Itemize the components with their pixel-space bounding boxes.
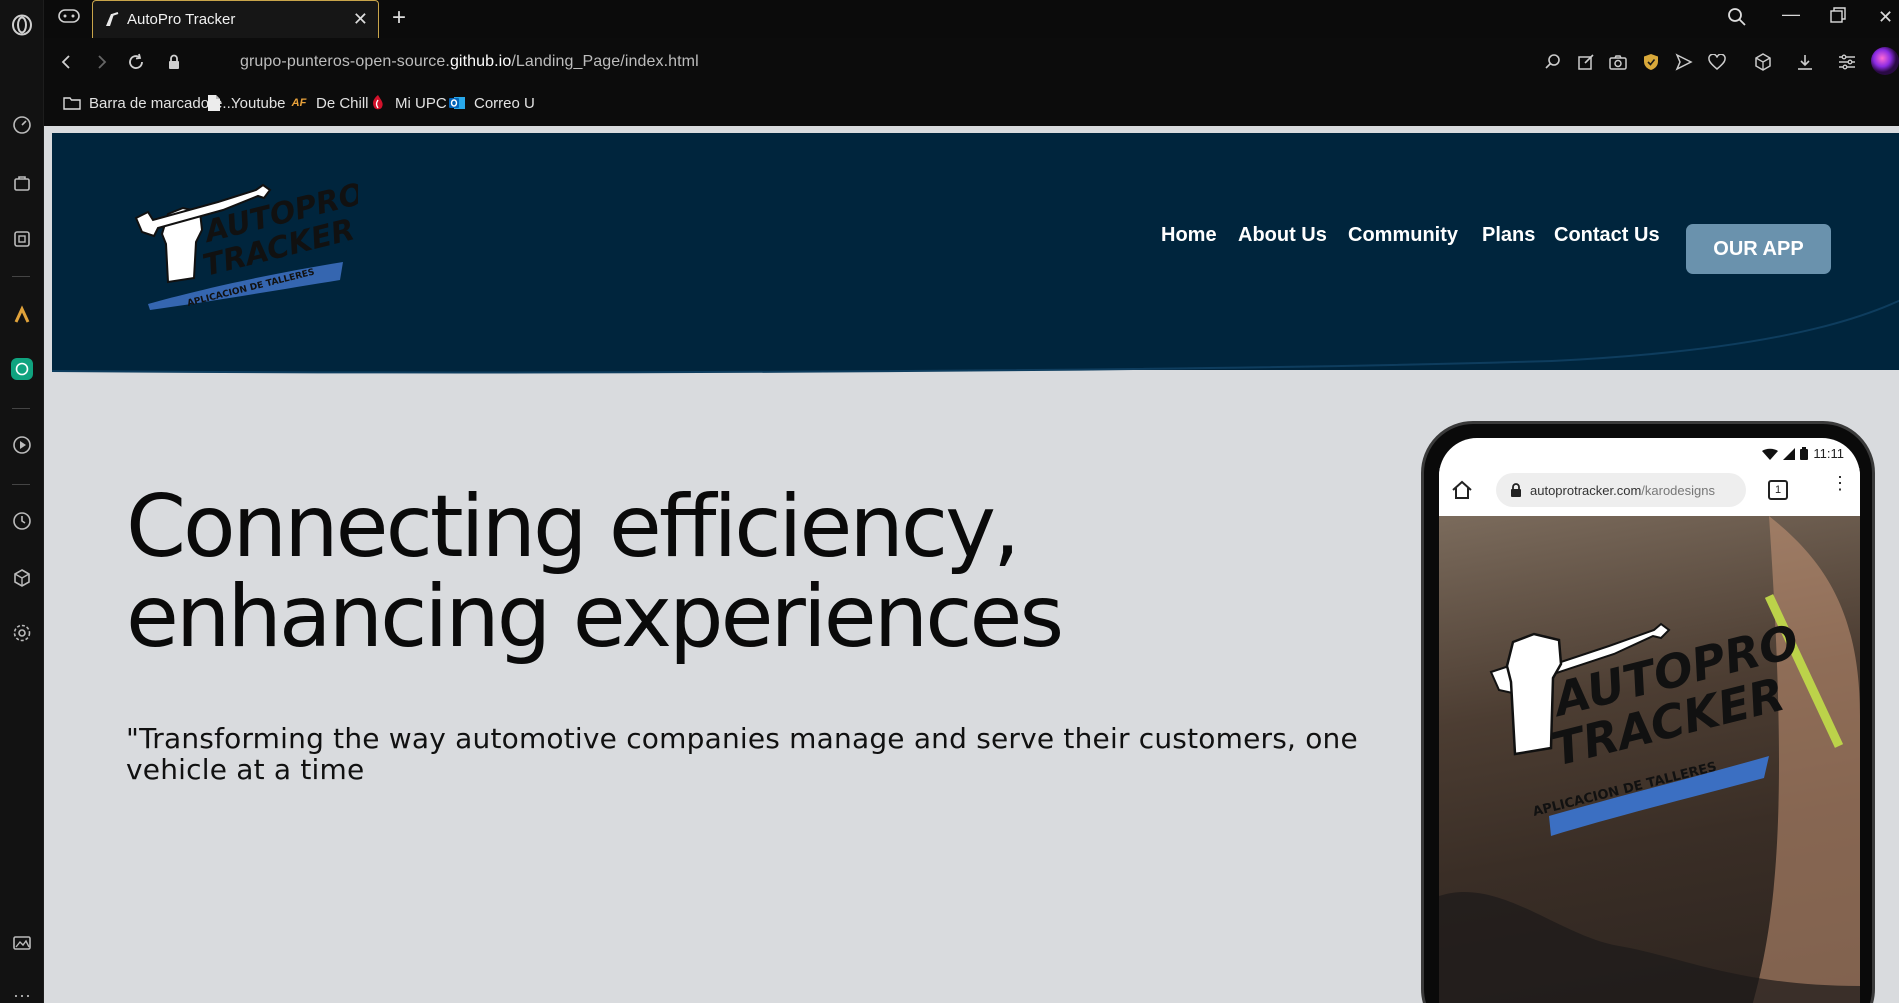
signal-icon bbox=[1783, 447, 1796, 460]
nav-community[interactable]: Community bbox=[1348, 224, 1458, 247]
gamepad-icon[interactable] bbox=[58, 8, 82, 28]
address-bar: grupo-punteros-open-source.github.io/Lan… bbox=[44, 38, 1899, 86]
aria-icon[interactable] bbox=[9, 226, 35, 252]
bookmarks-bar: Barra de marcadore... Youtube AF De Chil… bbox=[44, 86, 1899, 126]
tab-autopro-tracker[interactable]: AutoPro Tracker ✕ bbox=[92, 0, 379, 38]
gallery-icon[interactable] bbox=[9, 930, 35, 956]
browser-window: ··· AutoPro Tracker ✕ + — ✕ grupo-punter… bbox=[0, 0, 1899, 1003]
profile-avatar[interactable] bbox=[1870, 46, 1899, 76]
file-icon bbox=[205, 94, 223, 112]
bookmark-mi-upc[interactable]: Mi UPC bbox=[369, 94, 447, 112]
outlook-icon bbox=[448, 94, 466, 112]
url-text[interactable]: grupo-punteros-open-source.github.io/Lan… bbox=[240, 53, 699, 71]
wifi-icon bbox=[1762, 448, 1779, 460]
lock-icon[interactable] bbox=[162, 50, 186, 74]
opera-logo-icon[interactable] bbox=[9, 12, 35, 38]
settings-icon[interactable] bbox=[9, 620, 35, 646]
folder-icon bbox=[63, 94, 81, 112]
nav-plans[interactable]: Plans bbox=[1482, 224, 1535, 247]
phone-mockup: 11:11 autoprotracker.com/karodesigns 1 ⋮ bbox=[1421, 421, 1875, 1003]
bookmark-youtube[interactable]: Youtube bbox=[205, 94, 286, 112]
speed-dial-icon[interactable] bbox=[9, 112, 35, 138]
heart-icon[interactable] bbox=[1706, 51, 1728, 73]
phone-url: autoprotracker.com/karodesigns bbox=[1496, 473, 1746, 507]
phone-statusbar: 11:11 bbox=[1762, 446, 1844, 461]
search-page-icon[interactable] bbox=[1542, 51, 1564, 73]
bookmark-correo-u[interactable]: Correo U bbox=[448, 94, 535, 112]
hero-title: Connecting efficiency, enhancing experie… bbox=[126, 477, 1064, 667]
page-viewport: AUTOPRO TRACKER APLICACION DE TALLERES H… bbox=[44, 126, 1899, 1003]
restore-icon[interactable] bbox=[1830, 7, 1846, 28]
reload-icon[interactable] bbox=[124, 50, 148, 74]
phone-tabs-count: 1 bbox=[1768, 480, 1788, 500]
send-icon[interactable] bbox=[1673, 51, 1695, 73]
phone-menu-icon: ⋮ bbox=[1831, 473, 1849, 493]
history-icon[interactable] bbox=[9, 508, 35, 534]
home-icon bbox=[1451, 480, 1473, 505]
tab-close-icon[interactable]: ✕ bbox=[353, 9, 368, 30]
tab-title: AutoPro Tracker bbox=[127, 11, 236, 28]
adblock-shield-icon[interactable] bbox=[1640, 51, 1662, 73]
nav-about-us[interactable]: About Us bbox=[1238, 224, 1327, 247]
box-icon[interactable] bbox=[1752, 51, 1774, 73]
phone-browser-bar: autoprotracker.com/karodesigns 1 ⋮ bbox=[1439, 468, 1860, 512]
site-logo[interactable]: AUTOPRO TRACKER APLICACION DE TALLERES bbox=[128, 176, 368, 312]
search-tabs-icon[interactable] bbox=[1727, 7, 1747, 32]
battery-icon bbox=[1800, 447, 1809, 460]
edit-icon[interactable] bbox=[1575, 51, 1597, 73]
easy-setup-icon[interactable] bbox=[1836, 51, 1858, 73]
phone-hero-photo: AUTOPRO TRACKER APLICACION DE TALLERES bbox=[1439, 516, 1860, 1003]
bookmark-de-chill[interactable]: AF De Chill bbox=[290, 94, 369, 112]
nav-contact-us[interactable]: Contact Us bbox=[1554, 224, 1660, 247]
extensions-icon[interactable] bbox=[9, 565, 35, 591]
phone-time: 11:11 bbox=[1813, 446, 1844, 461]
close-window-icon[interactable]: ✕ bbox=[1878, 7, 1893, 28]
new-tab-icon[interactable]: + bbox=[392, 6, 406, 30]
back-icon[interactable] bbox=[54, 50, 78, 74]
forward-icon[interactable] bbox=[90, 50, 114, 74]
upc-icon bbox=[369, 94, 387, 112]
our-app-button[interactable]: OUR APP bbox=[1686, 224, 1831, 274]
bag-icon[interactable] bbox=[9, 170, 35, 196]
nav-home[interactable]: Home bbox=[1161, 224, 1217, 247]
hero-subtitle: "Transforming the way automotive compani… bbox=[126, 722, 1358, 786]
camera-icon[interactable] bbox=[1607, 51, 1629, 73]
download-icon[interactable] bbox=[1794, 51, 1816, 73]
opera-sidebar: ··· bbox=[0, 0, 44, 1003]
ali-icon[interactable] bbox=[9, 302, 35, 328]
phone-screen: 11:11 autoprotracker.com/karodesigns 1 ⋮ bbox=[1439, 438, 1860, 1003]
chatgpt-icon[interactable] bbox=[9, 356, 35, 382]
more-icon[interactable]: ··· bbox=[9, 982, 35, 1003]
player-icon[interactable] bbox=[9, 432, 35, 458]
phone-lock-icon bbox=[1511, 483, 1521, 497]
minimize-icon[interactable]: — bbox=[1782, 4, 1800, 25]
af-icon: AF bbox=[291, 97, 307, 109]
tab-strip: AutoPro Tracker ✕ + — ✕ bbox=[44, 0, 1899, 38]
tab-favicon-icon bbox=[103, 11, 121, 29]
